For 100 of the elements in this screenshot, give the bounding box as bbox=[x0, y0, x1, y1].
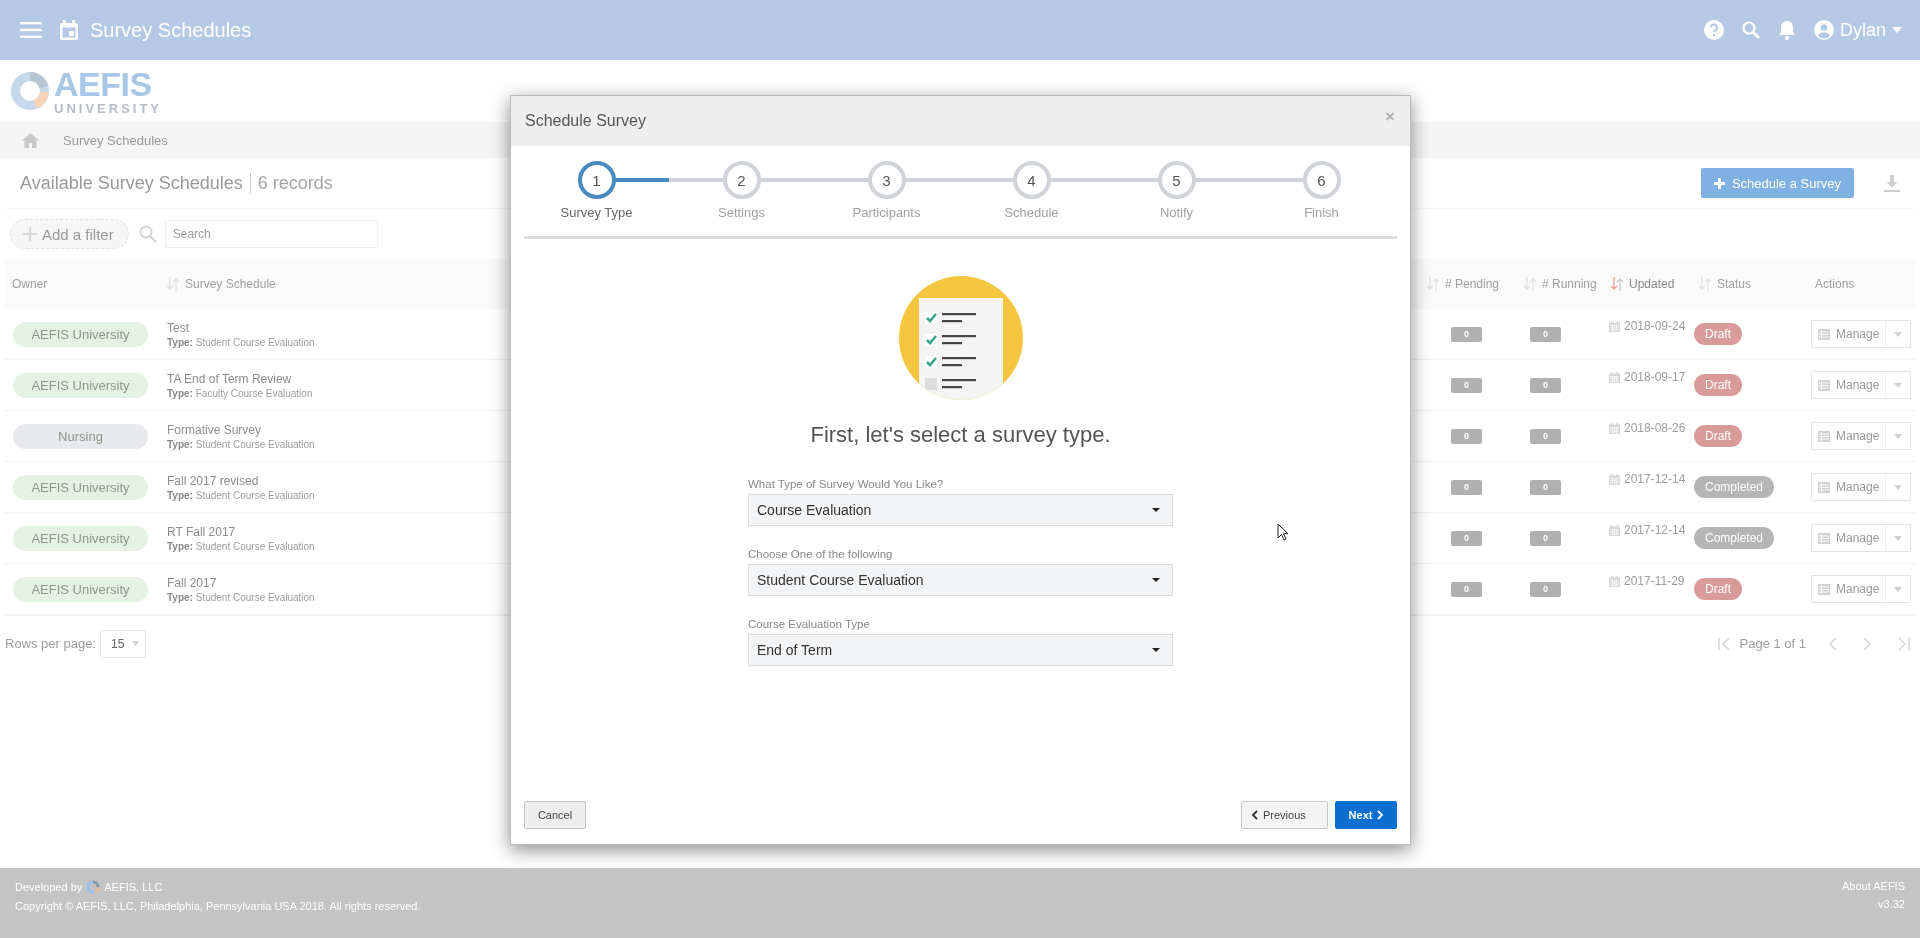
home-icon[interactable] bbox=[22, 132, 39, 148]
chevron-right-icon[interactable] bbox=[1862, 636, 1872, 651]
previous-button[interactable]: Previous bbox=[1241, 801, 1328, 829]
status-badge: Completed bbox=[1694, 527, 1775, 549]
sort-icon bbox=[1427, 277, 1439, 291]
pending-count: 0 bbox=[1451, 479, 1482, 495]
step-label: Notify bbox=[1159, 205, 1194, 220]
plus-icon bbox=[23, 227, 37, 241]
status-badge: Draft bbox=[1694, 425, 1742, 447]
column-header[interactable]: # Pending bbox=[1420, 259, 1517, 309]
owner-tag: AEFIS University bbox=[13, 321, 148, 347]
pending-count: 0 bbox=[1451, 428, 1482, 444]
schedule-survey-button[interactable]: Schedule a Survey bbox=[1700, 168, 1854, 198]
step-label: Finish bbox=[1304, 205, 1339, 220]
breadcrumb-link[interactable]: Survey Schedules bbox=[63, 132, 168, 148]
pointer-cursor-icon bbox=[1277, 523, 1289, 541]
status-badge: Draft bbox=[1694, 578, 1742, 600]
first-page-icon[interactable] bbox=[1717, 636, 1732, 651]
step-label: Survey Type bbox=[560, 205, 633, 220]
search-field[interactable]: Search bbox=[164, 220, 378, 248]
about-link[interactable]: About AEFIS bbox=[1842, 880, 1905, 892]
schedule-type: Type: Student Course Evaluation bbox=[167, 591, 315, 603]
calendar-icon bbox=[1609, 575, 1620, 587]
pending-count: 0 bbox=[1451, 326, 1482, 342]
caret-icon bbox=[1892, 27, 1902, 33]
last-page-icon[interactable] bbox=[1896, 636, 1910, 651]
bell-icon[interactable] bbox=[1777, 20, 1796, 40]
schedule-name: Fall 2017 bbox=[167, 575, 218, 590]
next-button[interactable]: Next bbox=[1335, 801, 1397, 829]
sort-icon bbox=[167, 277, 179, 291]
field-label: Choose One of the following bbox=[748, 548, 894, 560]
download-icon[interactable] bbox=[1884, 174, 1900, 192]
logo-name: AEFIS bbox=[54, 67, 153, 101]
list-icon bbox=[1818, 532, 1830, 544]
calendar-icon bbox=[1609, 320, 1620, 332]
cancel-button[interactable]: Cancel bbox=[524, 801, 586, 829]
step-indicator[interactable]: 4 bbox=[1012, 161, 1051, 199]
step-indicator[interactable]: 5 bbox=[1157, 161, 1196, 199]
menu-icon[interactable] bbox=[20, 22, 42, 38]
list-icon bbox=[1818, 379, 1830, 391]
sort-icon bbox=[1699, 277, 1711, 291]
list-icon bbox=[1818, 430, 1830, 442]
user-menu[interactable]: Dylan bbox=[1813, 19, 1902, 41]
step-indicator[interactable]: 6 bbox=[1302, 161, 1341, 199]
dropdown-field[interactable]: End of Term bbox=[748, 634, 1173, 666]
chevron-left-icon[interactable] bbox=[1828, 636, 1838, 651]
running-count: 0 bbox=[1530, 377, 1561, 393]
search-icon[interactable] bbox=[1741, 21, 1760, 39]
column-header[interactable]: Status bbox=[1692, 259, 1808, 309]
page-indicator: Page 1 of 1 bbox=[1739, 636, 1806, 651]
schedule-type: Type: Faculty Course Evaluation bbox=[167, 387, 313, 399]
step-indicator[interactable]: 2 bbox=[722, 161, 761, 199]
updated-date: 2017-11-29 bbox=[1624, 574, 1685, 588]
list-icon bbox=[1818, 328, 1830, 340]
help-icon[interactable] bbox=[1703, 20, 1724, 40]
company-name: AEFIS, LLC bbox=[104, 881, 163, 893]
calendar-icon bbox=[1609, 473, 1620, 485]
updated-date: 2017-12-14 bbox=[1624, 472, 1686, 486]
dropdown-field[interactable]: Student Course Evaluation bbox=[748, 564, 1173, 596]
schedule-name: RT Fall 2017 bbox=[167, 524, 237, 539]
rows-per-page-label: Rows per page: bbox=[5, 636, 97, 651]
schedule-type: Type: Student Course Evaluation bbox=[167, 540, 315, 552]
owner-tag: AEFIS University bbox=[13, 525, 148, 551]
section-title: Available Survey Schedules bbox=[20, 172, 243, 194]
column-header[interactable]: # Running bbox=[1517, 259, 1604, 309]
updated-date: 2018-09-24 bbox=[1624, 319, 1686, 333]
modal-title: Schedule Survey bbox=[525, 112, 646, 130]
rows-per-page-select[interactable]: 15 bbox=[100, 629, 147, 658]
close-button[interactable]: × bbox=[1385, 107, 1395, 127]
caret-icon bbox=[1152, 578, 1160, 582]
caret-icon bbox=[1894, 331, 1903, 337]
record-count: 6 records bbox=[249, 172, 333, 194]
owner-tag: AEFIS University bbox=[13, 576, 148, 602]
updated-date: 2018-09-17 bbox=[1624, 370, 1686, 384]
caret-icon bbox=[1152, 648, 1160, 652]
caret-icon bbox=[132, 641, 140, 646]
list-icon bbox=[1818, 583, 1830, 595]
step-indicator[interactable]: 1 bbox=[577, 161, 616, 199]
column-header[interactable]: Updated bbox=[1604, 259, 1692, 309]
dropdown-field[interactable]: Course Evaluation bbox=[748, 494, 1173, 526]
schedule-name: Formative Survey bbox=[167, 422, 263, 437]
search-icon bbox=[138, 225, 157, 243]
status-badge: Draft bbox=[1694, 374, 1742, 396]
sort-icon bbox=[1524, 277, 1536, 291]
logo-ring-icon bbox=[86, 880, 101, 894]
add-filter-button[interactable]: Add a filter bbox=[10, 219, 129, 249]
account-icon bbox=[1813, 20, 1834, 40]
step-label: Schedule bbox=[1004, 205, 1059, 220]
chevron-right-icon bbox=[1377, 810, 1384, 820]
modal-heading: First, let's select a survey type. bbox=[810, 422, 1111, 448]
pending-count: 0 bbox=[1451, 530, 1482, 546]
calendar-icon bbox=[60, 20, 78, 40]
version-text: v3.32 bbox=[1878, 898, 1905, 910]
step-indicator[interactable]: 3 bbox=[867, 161, 906, 199]
caret-icon bbox=[1894, 586, 1903, 592]
step-label: Participants bbox=[852, 205, 921, 220]
running-count: 0 bbox=[1530, 581, 1561, 597]
page-title: Survey Schedules bbox=[90, 18, 252, 42]
logo-ring-icon bbox=[10, 71, 50, 111]
running-count: 0 bbox=[1530, 479, 1561, 495]
